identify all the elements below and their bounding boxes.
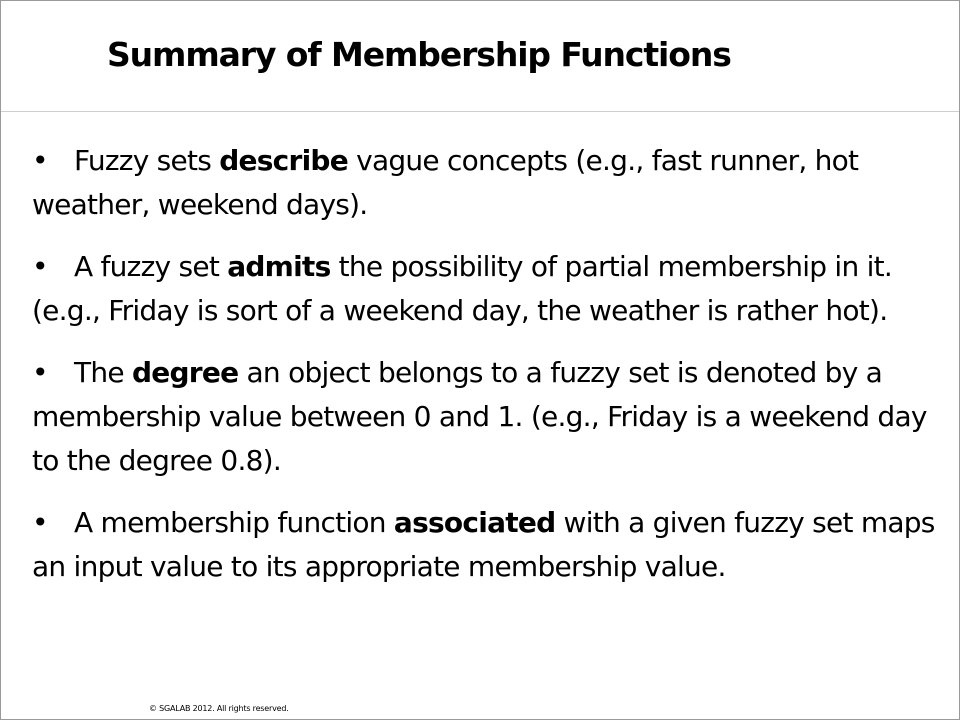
bullet-text-before: The [74, 356, 132, 389]
bullet-text-before: A membership function [74, 506, 394, 539]
slide-frame: Summary of Membership Functions • Fuzzy s… [0, 0, 960, 720]
slide-title: Summary of Membership Functions [107, 35, 732, 74]
bullet-emphasis: degree [131, 356, 239, 389]
bullet-marker: • [32, 356, 49, 389]
bullet-item: • The degree an object belongs to a fuzzy… [32, 351, 947, 483]
bullet-marker: • [32, 144, 49, 177]
bullet-item: • A membership function associated with a… [32, 501, 947, 589]
bullet-item: • A fuzzy set admits the possibility of p… [32, 245, 947, 333]
bullet-item: • Fuzzy sets describe vague concepts (e.g… [32, 139, 947, 227]
bullet-emphasis: describe [219, 144, 348, 177]
bullet-list: • Fuzzy sets describe vague concepts (e.g… [32, 139, 947, 607]
bullet-emphasis: admits [227, 250, 331, 283]
bullet-marker: • [32, 506, 49, 539]
bullet-text-before: Fuzzy sets [74, 144, 220, 177]
title-bar: Summary of Membership Functions [1, 1, 959, 112]
bullet-marker: • [32, 250, 49, 283]
copyright-footer: © SGALAB 2012. All rights reserved. [149, 704, 289, 713]
bullet-text-before: A fuzzy set [74, 250, 228, 283]
bullet-emphasis: associated [393, 506, 556, 539]
